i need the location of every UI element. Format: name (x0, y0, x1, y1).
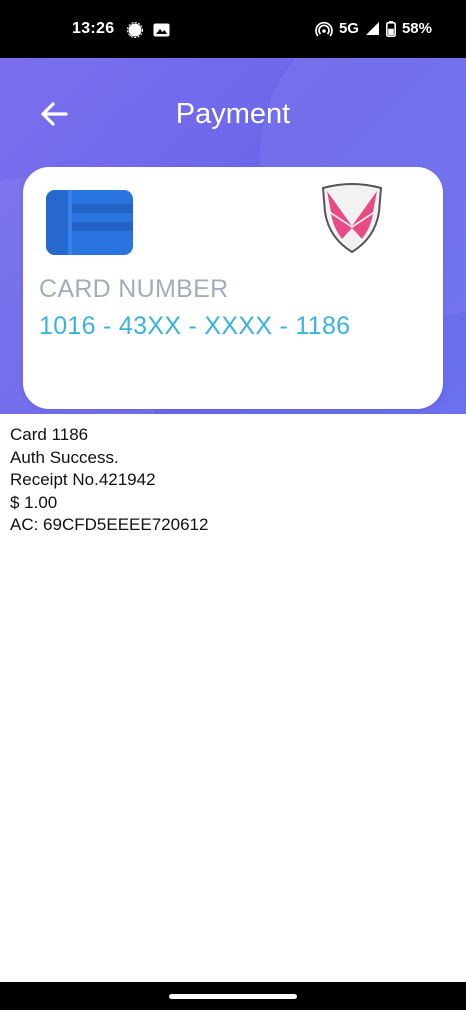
payment-card: CARD NUMBER 1016 - 43XX - XXXX - 1186 (23, 167, 443, 409)
receipt-details: Card 1186 Auth Success. Receipt No.42194… (10, 424, 208, 537)
status-indicators: 5G 58% (315, 20, 432, 37)
receipt-number: Receipt No.421942 (10, 470, 156, 489)
payment-screen: 13:26 5G 58% Payment CARD NUMBER 1016 - … (0, 0, 466, 1010)
page-title: Payment (175, 98, 291, 130)
card-number-value: 1016 - 43XX - XXXX - 1186 (39, 312, 351, 340)
status-time: 13:26 (72, 20, 115, 37)
receipt-auth-code: AC: 69CFD5EEEE720612 (10, 515, 209, 534)
card-chip-icon (46, 190, 133, 255)
home-indicator[interactable] (169, 994, 297, 999)
battery-percentage: 58% (401, 20, 432, 37)
gallery-icon (153, 22, 170, 38)
navigation-bar (0, 982, 466, 1010)
shield-logo-icon (319, 182, 385, 254)
receipt-card-line: Card 1186 (10, 425, 89, 444)
hotspot-icon (315, 21, 333, 37)
network-type: 5G (338, 20, 359, 37)
receipt-auth-status: Auth Success. (10, 447, 119, 467)
battery-icon (385, 20, 396, 37)
cell-signal-icon (365, 21, 380, 36)
receipt-amount: $ 1.00 (10, 492, 58, 512)
card-number-label: CARD NUMBER (39, 275, 229, 303)
signal-messenger-icon (127, 22, 143, 38)
status-bar: 13:26 5G 58% (0, 0, 466, 58)
